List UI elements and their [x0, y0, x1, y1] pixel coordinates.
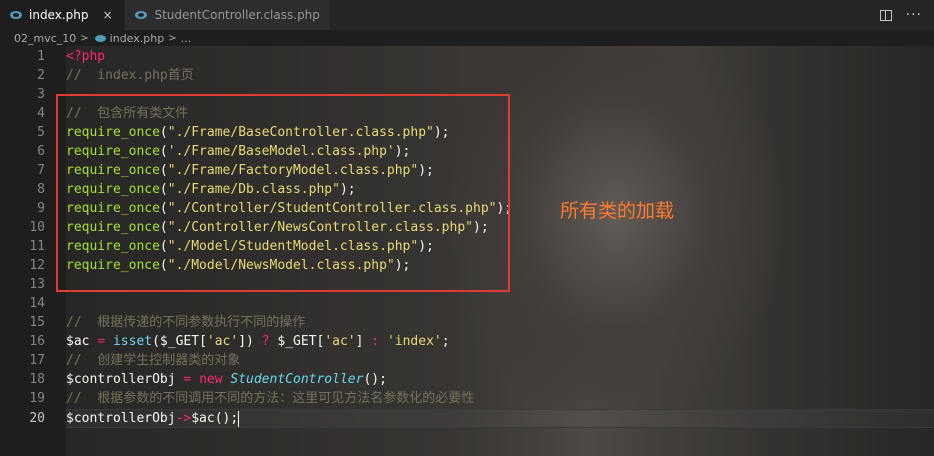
code-line-20[interactable]: 20 $controllerObj->$ac();: [0, 409, 934, 428]
line-number: 10: [29, 220, 45, 235]
line-number: 14: [29, 296, 45, 311]
line-number: 8: [37, 182, 45, 197]
tab-student-controller[interactable]: StudentController.class.php: [125, 0, 331, 30]
line-number: 13: [29, 277, 45, 292]
line-number: 17: [29, 353, 45, 368]
breadcrumb-file[interactable]: index.php: [110, 32, 165, 45]
line-number: 18: [29, 372, 45, 387]
code-line-2: 2 // index.php首页: [0, 66, 934, 85]
code-line-14: 14: [0, 294, 934, 313]
punct: ($_GET[: [152, 334, 207, 349]
variable: $ac: [191, 411, 215, 426]
comment: // 根据传递的不同参数执行不同的操作: [66, 315, 306, 330]
string: 'index': [386, 334, 442, 349]
punct: ();: [214, 411, 239, 426]
line-number: 4: [37, 106, 45, 121]
variable: $controllerObj: [66, 411, 176, 426]
breadcrumb-symbols[interactable]: ...: [181, 32, 192, 45]
punct: ]: [355, 334, 372, 349]
php-open-tag: <?php: [66, 49, 106, 64]
variable: $ac: [66, 334, 90, 349]
chevron-right-icon: >: [80, 32, 89, 44]
tab-index-php[interactable]: index.php ×: [0, 0, 126, 30]
code-line-15: 15 // 根据传递的不同参数执行不同的操作: [0, 313, 934, 332]
php-file-icon: [10, 11, 22, 19]
comment: // index.php首页: [66, 68, 194, 83]
line-number: 16: [29, 334, 45, 349]
keyword: new: [199, 372, 223, 387]
annotation-label: 所有类的加载: [560, 200, 675, 222]
line-number: 3: [37, 87, 45, 102]
string: 'ac': [206, 334, 239, 349]
tab-label: StudentController.class.php: [154, 8, 320, 22]
code-line-16: 16 $ac = isset($_GET['ac']) ? $_GET['ac'…: [0, 332, 934, 351]
line-number: 6: [37, 144, 45, 159]
tab-bar: index.php × StudentController.class.php …: [0, 0, 934, 30]
line-number: 7: [37, 163, 45, 178]
function: isset: [112, 334, 153, 349]
close-icon[interactable]: ×: [100, 8, 114, 22]
code-line-19: 19 // 根据参数的不同调用不同的方法：这里可见方法名参数化的必要性: [0, 389, 934, 408]
code-line-18: 18 $controllerObj = new StudentControlle…: [0, 370, 934, 389]
punct: ]): [238, 334, 262, 349]
breadcrumb: 02_mvc_10 > index.php > ...: [0, 30, 934, 46]
operator: =: [89, 334, 113, 349]
line-number: 2: [37, 68, 45, 83]
editor-actions: ···: [879, 0, 934, 30]
operator: ->: [175, 411, 192, 426]
line-number: 11: [29, 239, 45, 254]
breadcrumb-folder[interactable]: 02_mvc_10: [14, 32, 76, 45]
line-number: 19: [29, 391, 45, 406]
line-number: 5: [37, 125, 45, 140]
punct: ();: [363, 372, 387, 387]
punct: ;: [441, 334, 450, 349]
operator: :: [371, 334, 380, 349]
class-name: StudentController: [230, 372, 364, 387]
code-line-1: 1 <?php: [0, 47, 934, 66]
comment: // 根据参数的不同调用不同的方法：这里可见方法名参数化的必要性: [66, 391, 475, 406]
code-editor[interactable]: 1 <?php 2 // index.php首页 3 4 // 包含所有类文件 …: [0, 46, 934, 456]
line-number: 12: [29, 258, 45, 273]
line-number: 1: [37, 49, 45, 64]
operator: ?: [261, 334, 270, 349]
text-cursor: [238, 410, 240, 427]
tab-label: index.php: [29, 8, 89, 22]
line-number: 15: [29, 315, 45, 330]
string: 'ac': [324, 334, 356, 349]
split-editor-icon[interactable]: [879, 9, 892, 21]
chevron-right-icon: >: [168, 32, 177, 44]
highlight-box: [56, 94, 510, 292]
php-file-icon: [135, 11, 148, 19]
variable: $controllerObj: [66, 372, 176, 387]
comment: // 创建学生控制器类的对象: [66, 353, 241, 368]
punct: [379, 334, 387, 349]
php-file-icon: [94, 34, 106, 42]
line-number: 20: [29, 411, 45, 426]
more-icon[interactable]: ···: [906, 8, 922, 22]
operator: =: [175, 372, 200, 387]
code-line-17: 17 // 创建学生控制器类的对象: [0, 351, 934, 370]
line-number: 9: [37, 201, 45, 216]
punct: $_GET[: [269, 334, 325, 349]
